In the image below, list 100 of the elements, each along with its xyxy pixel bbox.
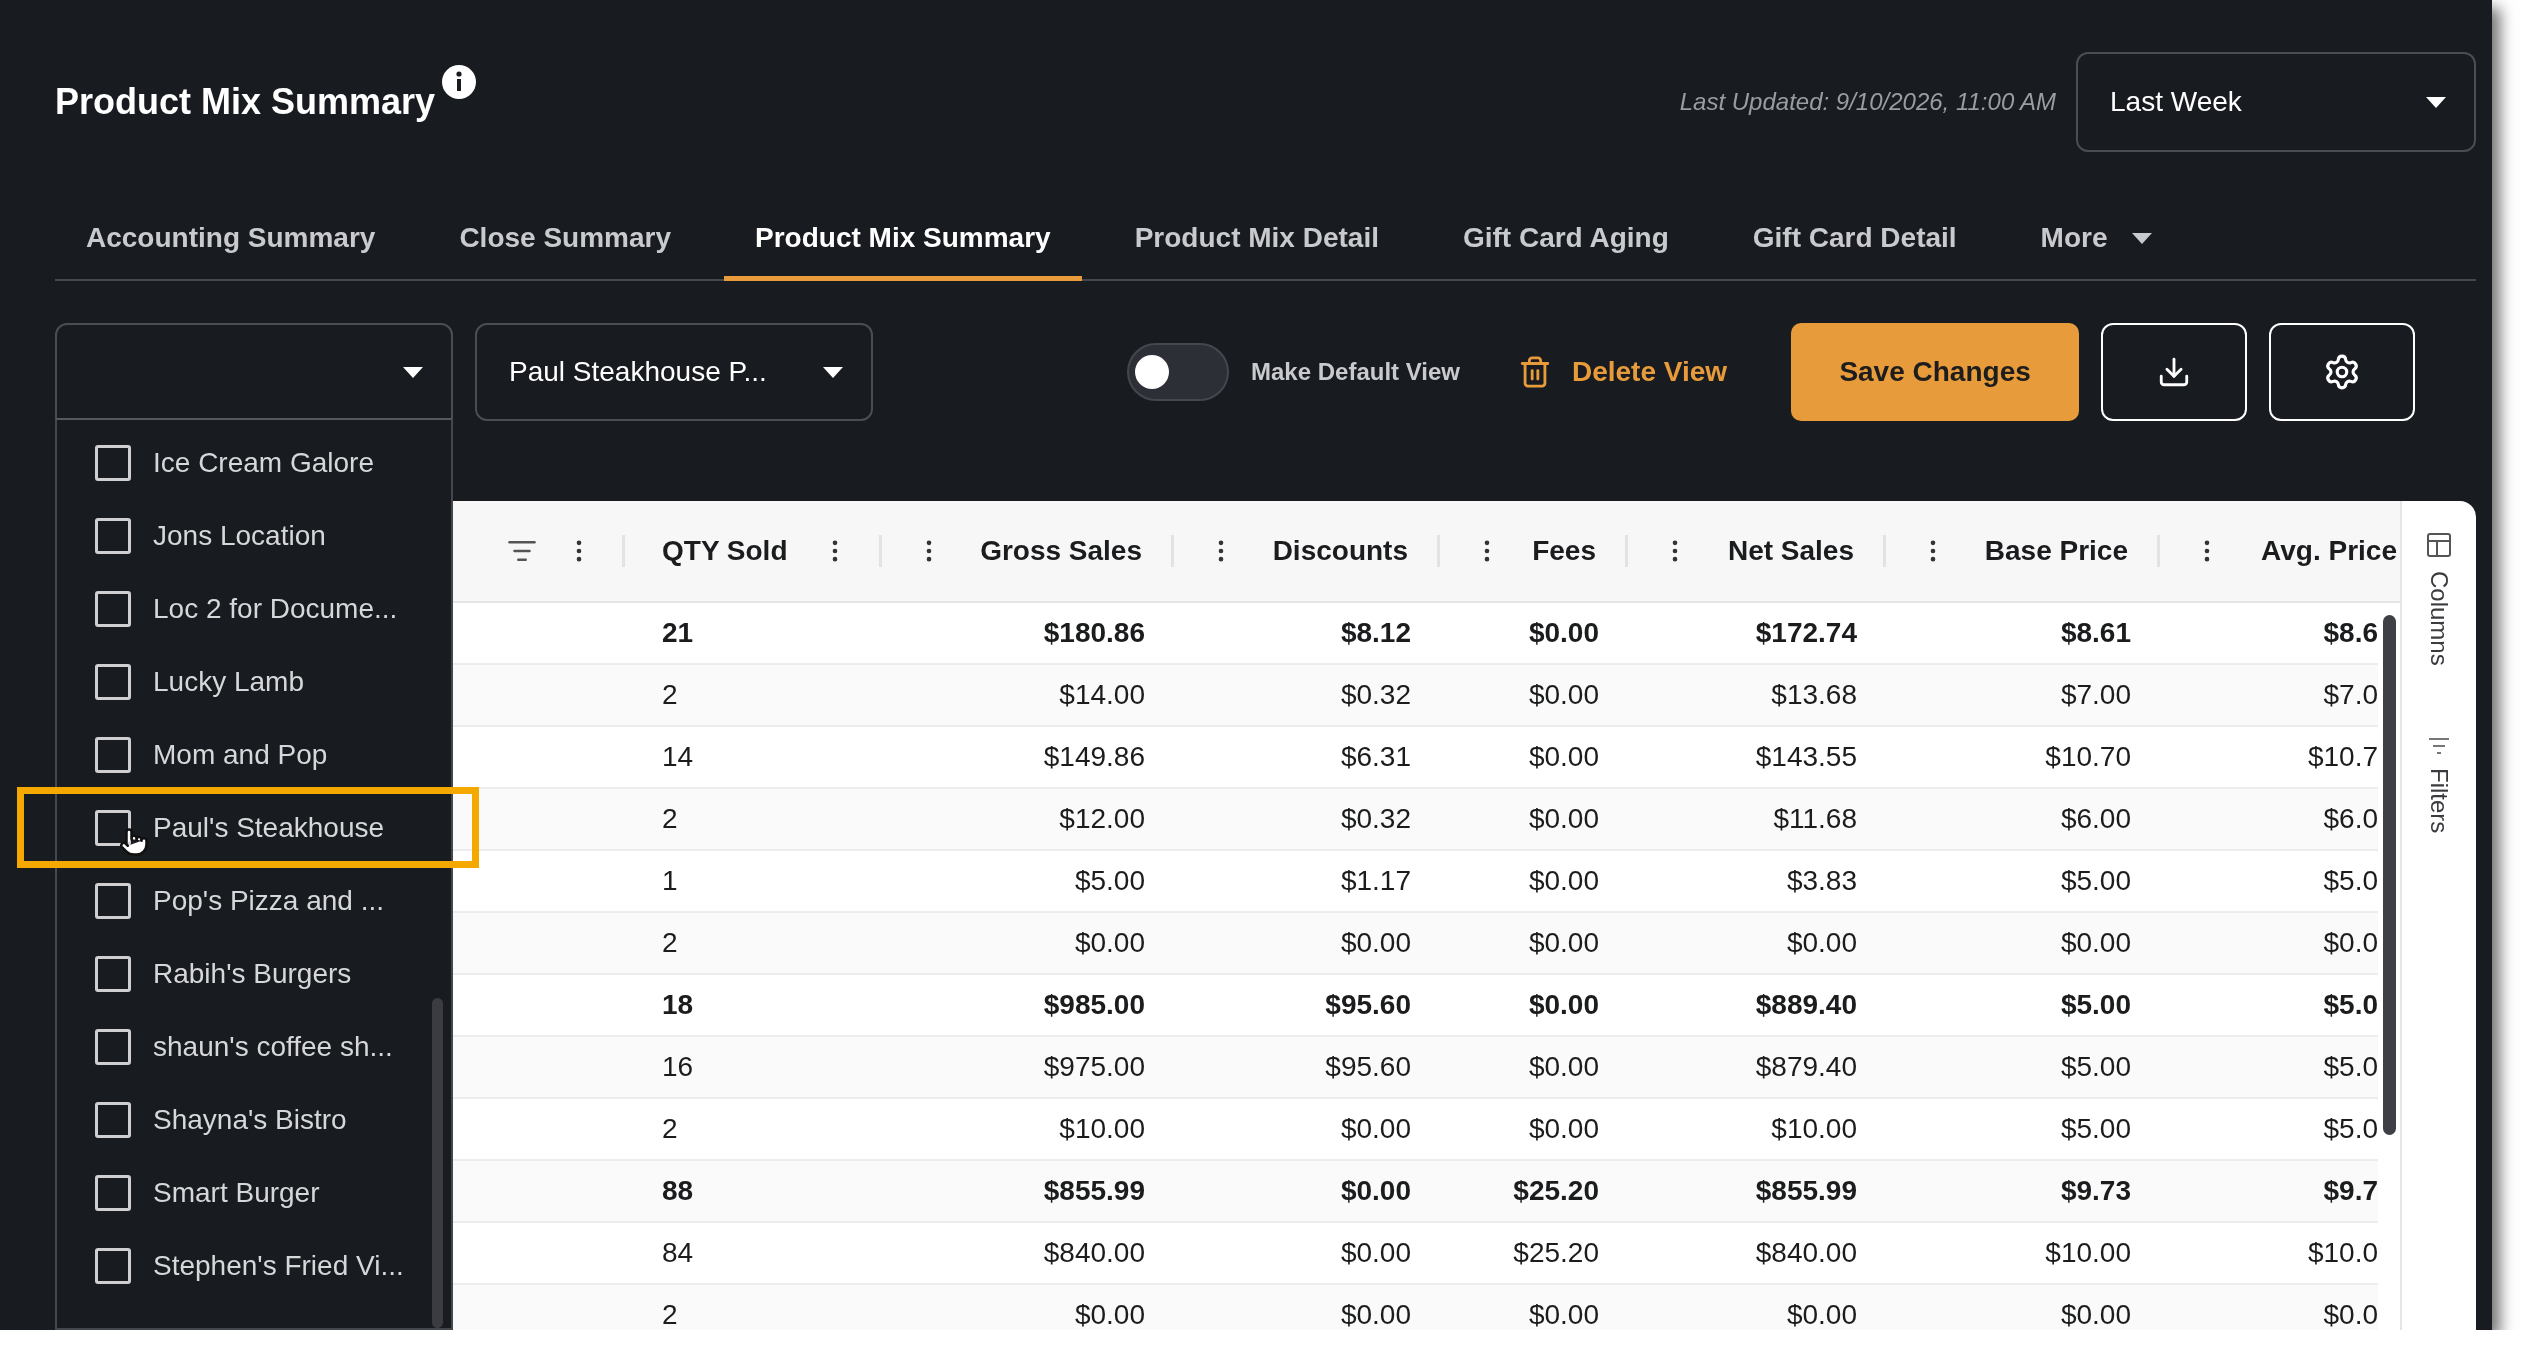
- side-panel-tab[interactable]: Columns: [2425, 531, 2453, 666]
- table-cell-text: $6.0: [2322, 802, 2378, 836]
- checkbox[interactable]: [95, 444, 131, 481]
- table-cell-text: $11.68: [1772, 802, 1858, 836]
- location-option[interactable]: Ice Cream Galore: [57, 426, 451, 499]
- table-cell-text: $13.68: [1770, 678, 1858, 712]
- table-cell-text: 2: [661, 926, 679, 960]
- scrollbar[interactable]: [432, 998, 443, 1328]
- report-tab[interactable]: Product Mix Summary: [724, 204, 1082, 281]
- view-select[interactable]: Paul Steakhouse P...: [475, 323, 873, 421]
- delete-view-button[interactable]: Delete View: [1517, 355, 1728, 389]
- location-option[interactable]: Loc 2 for Docume...: [57, 572, 451, 645]
- download-button[interactable]: [2101, 323, 2248, 421]
- table-cell-text: $95.60: [1324, 988, 1412, 1022]
- table-cell-text: $0.00: [1527, 988, 1600, 1022]
- location-option[interactable]: Pop's Pizza and ...: [57, 864, 451, 937]
- report-tab[interactable]: Accounting Summary: [55, 204, 407, 281]
- location-option[interactable]: Smart Burger: [57, 1156, 451, 1229]
- table-cell-text: 21: [661, 616, 695, 650]
- location-option[interactable]: shaun's coffee sh...: [57, 1010, 451, 1083]
- table-cell-text: $10.00: [1770, 1112, 1858, 1146]
- column-header[interactable]: Gross Sales: [980, 535, 1142, 567]
- default-view-toggle[interactable]: [1127, 343, 1229, 401]
- report-tab[interactable]: Gift Card Detail: [1721, 204, 1988, 281]
- column-header[interactable]: Avg. Price: [2261, 535, 2397, 567]
- table-cell-text: $5.0: [2322, 1112, 2378, 1146]
- table-cell-text: $14.00: [1058, 678, 1146, 712]
- table-cell-text: $95.60: [1324, 1050, 1412, 1084]
- table-cell-text: $172.74: [1754, 616, 1858, 650]
- location-option[interactable]: Rabih's Burgers: [57, 937, 451, 1010]
- checkbox[interactable]: [95, 955, 131, 992]
- checkbox[interactable]: [95, 590, 131, 627]
- table-cell-text: $0.00: [1339, 1112, 1412, 1146]
- table-cell-text: $0.0: [2322, 926, 2378, 960]
- location-option[interactable]: Mom and Pop: [57, 718, 451, 791]
- table-cell-text: $0.00: [1073, 926, 1146, 960]
- column-header[interactable]: Fees: [1532, 535, 1596, 567]
- checkbox[interactable]: [95, 1247, 131, 1284]
- table-cell-text: 2: [661, 802, 679, 836]
- table-cell-text: $0.00: [2059, 926, 2132, 960]
- table-cell-text: $985.00: [1042, 988, 1146, 1022]
- report-tab[interactable]: Product Mix Detail: [1103, 204, 1410, 281]
- table-cell-text: $8.61: [2059, 616, 2132, 650]
- column-header[interactable]: Discounts: [1272, 535, 1408, 567]
- table-cell-text: $10.7: [2306, 740, 2378, 774]
- checkbox[interactable]: [95, 1101, 131, 1138]
- table-cell-text: $0.00: [1527, 678, 1600, 712]
- checkbox[interactable]: [95, 663, 131, 700]
- table-icon: [2425, 531, 2453, 559]
- table-cell-text: $10.00: [1058, 1112, 1146, 1146]
- table-cell-text: $5.00: [2059, 988, 2132, 1022]
- location-option[interactable]: Stephen's Fried Vi...: [57, 1229, 451, 1302]
- table-cell-text: $840.00: [1042, 1236, 1146, 1270]
- side-panel-tab[interactable]: Filters: [2425, 735, 2453, 834]
- settings-button[interactable]: [2269, 323, 2416, 421]
- table-cell-text: $149.86: [1042, 740, 1146, 774]
- info-icon: [441, 64, 478, 100]
- checkbox[interactable]: [95, 517, 131, 554]
- table-cell-text: $143.55: [1754, 740, 1858, 774]
- checkbox[interactable]: [95, 736, 131, 773]
- table-cell-text: $6.00: [2059, 802, 2132, 836]
- checkbox[interactable]: [95, 882, 131, 919]
- save-changes-button[interactable]: Save Changes: [1791, 323, 2080, 421]
- column-header[interactable]: Base Price: [1984, 535, 2128, 567]
- table-cell-text: $5.00: [2059, 1112, 2132, 1146]
- table-cell-text: $855.99: [1754, 1174, 1858, 1208]
- table-cell-text: $0.00: [1527, 1112, 1600, 1146]
- column-header[interactable]: QTY Sold: [662, 535, 788, 567]
- location-option[interactable]: Lucky Lamb: [57, 645, 451, 718]
- table-cell-text: $6.31: [1339, 740, 1412, 774]
- table-cell-text: $0.00: [1527, 616, 1600, 650]
- report-tab[interactable]: Close Summary: [428, 204, 703, 281]
- table-cell-text: $855.99: [1042, 1174, 1146, 1208]
- report-tab[interactable]: More: [2009, 204, 2183, 281]
- table-cell-text: $5.0: [2322, 988, 2378, 1022]
- table-cell-text: 16: [661, 1050, 695, 1084]
- report-tab[interactable]: Gift Card Aging: [1431, 204, 1700, 281]
- date-range-select[interactable]: Last Week: [2076, 52, 2476, 152]
- caret-icon: [2131, 232, 2152, 244]
- table-cell-text: $0.00: [1785, 926, 1858, 960]
- table-cell-text: $0.00: [1527, 1050, 1600, 1084]
- table-cell-text: $0.0: [2322, 1298, 2378, 1330]
- table-cell-text: $10.00: [2044, 1236, 2132, 1270]
- table-cell-text: $25.20: [1512, 1174, 1600, 1208]
- table-cell-text: 2: [661, 1112, 679, 1146]
- table-cell-text: $0.32: [1339, 802, 1412, 836]
- location-option[interactable]: Shayna's Bistro: [57, 1083, 451, 1156]
- page-title: Product Mix Summary: [55, 81, 436, 123]
- scrollbar[interactable]: [2382, 615, 2396, 1135]
- location-option[interactable]: Jons Location: [57, 499, 451, 572]
- table-cell-text: $0.00: [1527, 926, 1600, 960]
- caret-icon: [403, 366, 423, 378]
- table-cell-text: $1.17: [1339, 864, 1412, 898]
- column-header[interactable]: Net Sales: [1727, 535, 1854, 567]
- table-cell-text: $10.0: [2306, 1236, 2378, 1270]
- table-cell-text: $0.00: [1073, 1298, 1146, 1330]
- table-cell-text: $180.86: [1042, 616, 1146, 650]
- table-cell-text: $12.00: [1058, 802, 1146, 836]
- checkbox[interactable]: [95, 1174, 131, 1211]
- checkbox[interactable]: [95, 1028, 131, 1065]
